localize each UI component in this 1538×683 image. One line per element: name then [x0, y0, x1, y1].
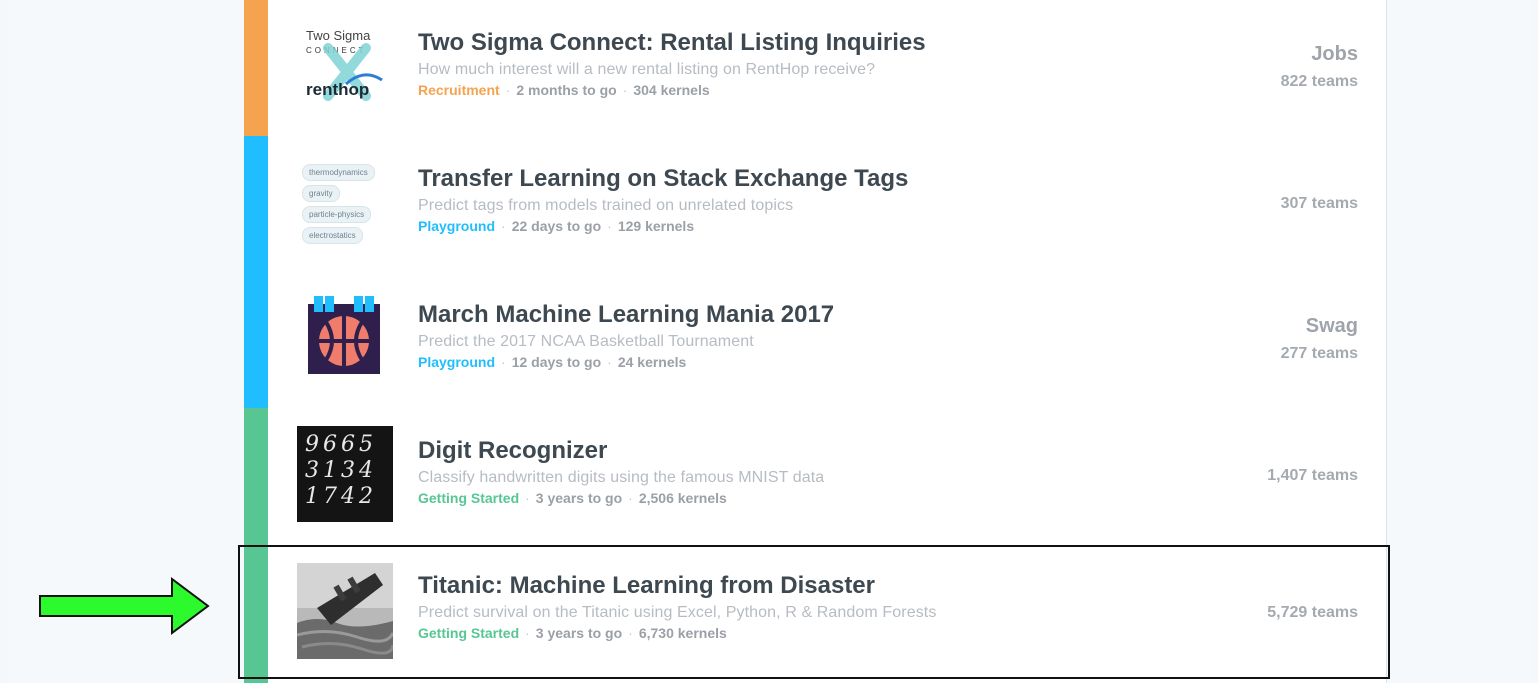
reward-label: Swag [1305, 315, 1358, 337]
competition-title[interactable]: March Machine Learning Mania 2017 [418, 300, 834, 330]
tag-pill: thermodynamics [302, 164, 375, 181]
kernels-link[interactable]: 24 kernels [618, 354, 687, 370]
teams-count: 1,407 teams [1267, 467, 1358, 484]
digit-row: 1742 [305, 484, 377, 509]
competition-info: Transfer Learning on Stack Exchange Tags… [418, 164, 908, 236]
digit-row: 9665 [305, 432, 377, 457]
separator-dot: · [525, 490, 530, 506]
reward-label: Jobs [1311, 43, 1358, 65]
category-accent-bar [244, 0, 268, 136]
thumb-text-line1: Two Sigma [306, 28, 371, 43]
tag-pill: gravity [302, 185, 340, 202]
competition-thumbnail[interactable]: thermodynamics gravity particle-physics … [302, 164, 392, 244]
deadline-label: 12 days to go [511, 354, 602, 370]
separator-dot: · [607, 218, 612, 234]
highlight-box [238, 545, 1390, 679]
competition-description: Predict the 2017 NCAA Basketball Tournam… [418, 333, 754, 350]
kernels-link[interactable]: 129 kernels [618, 218, 694, 234]
deadline-label: 3 years to go [535, 490, 623, 506]
thumb-text-line3: renthop [306, 80, 370, 99]
competition-title[interactable]: Transfer Learning on Stack Exchange Tags [418, 164, 908, 194]
competition-meta: Getting Started · 3 years to go · 2,506 kern… [418, 488, 824, 508]
category-accent-bar [244, 272, 268, 408]
list-item[interactable]: 9665 3134 1742 Digit Recognizer Classify… [244, 408, 1386, 545]
competition-meta: Recruitment · 2 months to go · 304 kernels [418, 80, 926, 100]
separator-dot: · [622, 82, 628, 98]
competition-thumbnail[interactable]: Two Sigma CONNECT renthop [300, 24, 390, 104]
competition-description: How much interest will a new rental list… [418, 61, 876, 78]
separator-dot: · [501, 354, 506, 370]
competition-title[interactable]: Two Sigma Connect: Rental Listing Inquir… [418, 28, 926, 58]
separator-dot: · [505, 82, 511, 98]
competition-title[interactable]: Digit Recognizer [418, 436, 824, 466]
deadline-label: 2 months to go [516, 82, 617, 98]
basketball-calendar-icon [308, 296, 380, 374]
teams-count: 307 teams [1280, 195, 1358, 212]
tag-pill: particle-physics [302, 206, 372, 223]
category-label[interactable]: Playground [418, 354, 495, 370]
category-accent-bar [244, 408, 268, 545]
teams-count: 277 teams [1280, 345, 1358, 362]
competition-meta: Playground · 12 days to go · 24 kernels [418, 352, 834, 372]
category-label[interactable]: Playground [418, 218, 495, 234]
competition-thumbnail[interactable] [308, 296, 380, 374]
competition-info: March Machine Learning Mania 2017 Predic… [418, 300, 834, 372]
competition-thumbnail[interactable]: 9665 3134 1742 [297, 426, 393, 522]
teams-count: 822 teams [1280, 73, 1358, 90]
green-arrow-right-icon [39, 577, 210, 635]
mnist-digits: 9665 3134 1742 [305, 432, 377, 510]
competition-info: Digit Recognizer Classify handwritten di… [418, 436, 824, 508]
deadline-label: 22 days to go [511, 218, 602, 234]
list-item[interactable]: March Machine Learning Mania 2017 Predic… [244, 272, 1386, 408]
tag-pill: electrostatics [302, 227, 363, 244]
category-accent-bar [244, 136, 268, 272]
digit-row: 3134 [305, 458, 377, 483]
competition-description: Predict tags from models trained on unre… [418, 197, 794, 214]
separator-dot: · [501, 218, 506, 234]
separator-dot: · [607, 354, 612, 370]
category-label[interactable]: Recruitment [418, 82, 500, 98]
separator-dot: · [628, 490, 633, 506]
kernels-link[interactable]: 2,506 kernels [639, 490, 727, 506]
list-item[interactable]: thermodynamics gravity particle-physics … [244, 136, 1386, 272]
competition-meta: Playground · 22 days to go · 129 kernels [418, 216, 908, 236]
category-label[interactable]: Getting Started [418, 490, 519, 506]
list-item[interactable]: Two Sigma CONNECT renthop Two Sigma Conn… [244, 0, 1386, 136]
competition-description: Classify handwritten digits using the fa… [418, 469, 825, 486]
competition-info: Two Sigma Connect: Rental Listing Inquir… [418, 28, 926, 100]
kernels-link[interactable]: 304 kernels [633, 82, 709, 98]
